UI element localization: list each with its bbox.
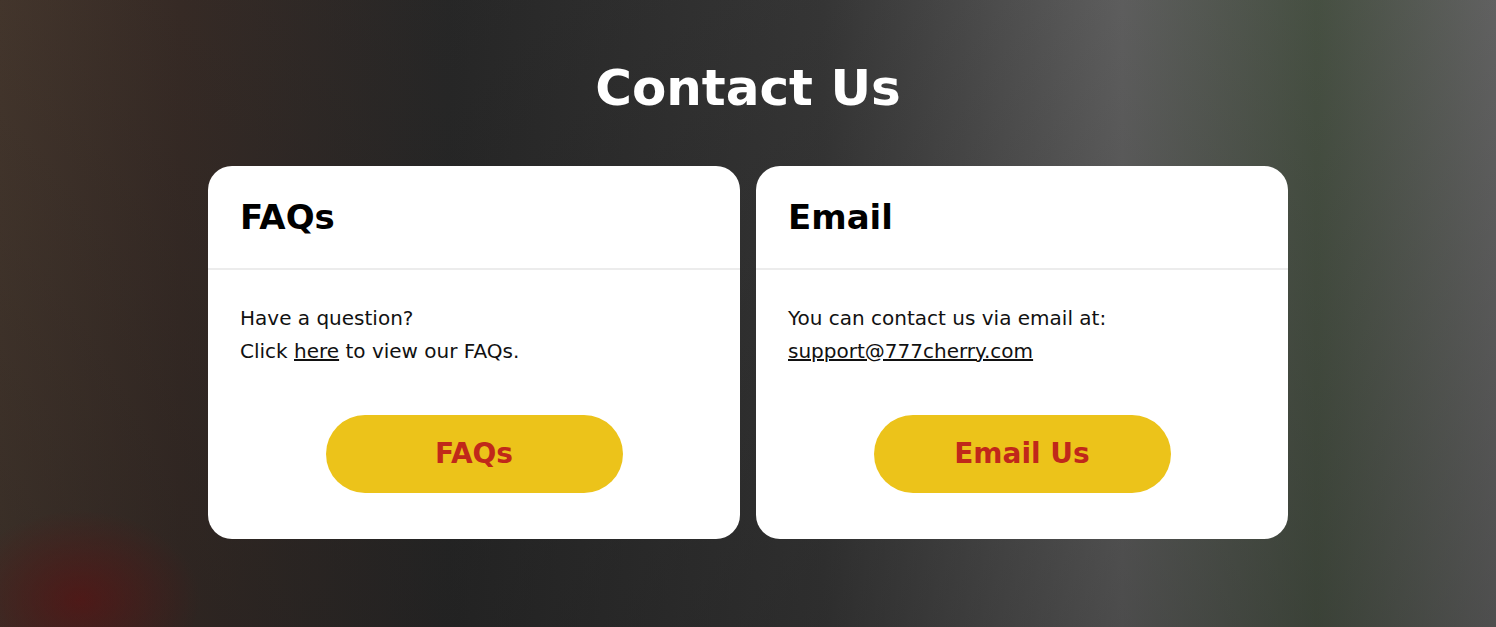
- button-wrap: FAQs: [240, 415, 708, 493]
- page-title: Contact Us: [0, 0, 1496, 119]
- contact-card: FAQs Have a question? Click here to view o…: [208, 166, 740, 539]
- text-link[interactable]: here: [294, 339, 339, 363]
- card-header: Email: [756, 166, 1288, 270]
- text-line: Have a question?: [240, 302, 708, 335]
- card-header: FAQs: [208, 166, 740, 270]
- text-link[interactable]: support@777cherry.com: [788, 339, 1033, 363]
- card-button[interactable]: FAQs: [326, 415, 623, 493]
- text-line: Click here to view our FAQs.: [240, 335, 708, 368]
- card-text: Have a question? Click here to view our F…: [240, 302, 708, 368]
- button-wrap: Email Us: [788, 415, 1256, 493]
- text-line: support@777cherry.com: [788, 335, 1256, 368]
- text-span: Have a question?: [240, 306, 413, 330]
- card-button[interactable]: Email Us: [874, 415, 1171, 493]
- text-line: You can contact us via email at:: [788, 302, 1256, 335]
- cards-row: FAQs Have a question? Click here to view o…: [0, 166, 1496, 539]
- card-body: You can contact us via email at: support@…: [756, 270, 1288, 539]
- card-body: Have a question? Click here to view our F…: [208, 270, 740, 539]
- text-span: You can contact us via email at:: [788, 306, 1106, 330]
- contact-card: Email You can contact us via email at: sup…: [756, 166, 1288, 539]
- text-span: Click: [240, 339, 294, 363]
- photo-background: Contact Us FAQs Have a question? Click here…: [0, 0, 1496, 627]
- card-text: You can contact us via email at: support@…: [788, 302, 1256, 368]
- card-heading: Email: [788, 197, 893, 238]
- text-span: to view our FAQs.: [339, 339, 519, 363]
- card-heading: FAQs: [240, 197, 335, 238]
